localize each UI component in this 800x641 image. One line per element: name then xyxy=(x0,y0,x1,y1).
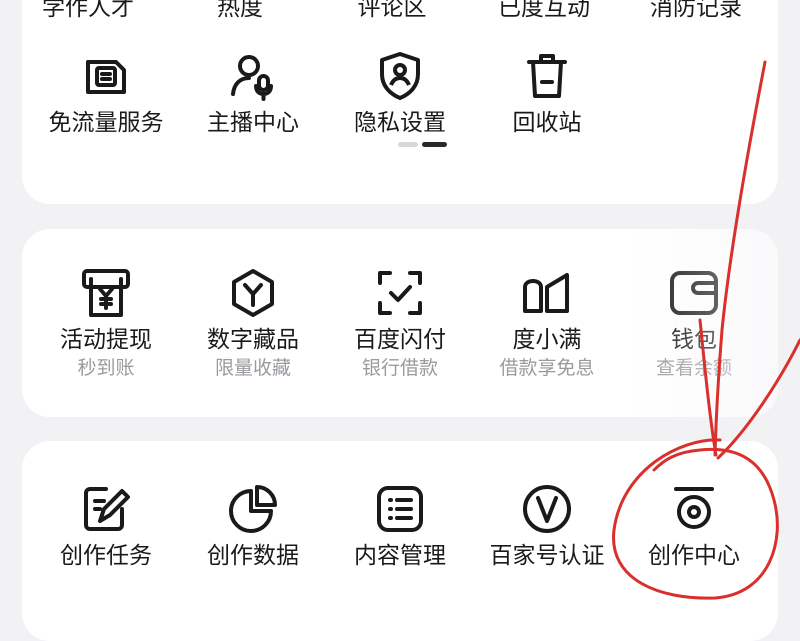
cut-label-3[interactable]: 评论区 xyxy=(322,0,462,22)
creation-task-icon xyxy=(78,481,134,537)
anchor-center-label: 主播中心 xyxy=(207,110,299,136)
creation-data[interactable]: 创作数据 xyxy=(179,481,327,571)
duxiaoman-sub: 借款享免息 xyxy=(499,357,595,379)
baijiahao-verification-label: 百家号认证 xyxy=(489,543,605,569)
pie-chart-icon xyxy=(225,481,281,537)
creator-center-icon xyxy=(666,481,722,537)
free-data-service-label: 免流量服务 xyxy=(48,110,164,136)
digital-collection-icon xyxy=(225,265,281,321)
wallet-icon xyxy=(666,265,722,321)
baidu-quick-pay-label: 百度闪付 xyxy=(354,327,446,353)
creation-data-label: 创作数据 xyxy=(207,543,299,569)
content-management[interactable]: 内容管理 xyxy=(326,481,474,571)
verified-v-icon xyxy=(519,481,575,537)
digital-collection[interactable]: 数字藏品 限量收藏 xyxy=(179,265,327,381)
page-dot-inactive xyxy=(398,142,418,147)
digital-collection-sub: 限量收藏 xyxy=(214,357,291,379)
digital-collection-label: 数字藏品 xyxy=(207,327,299,353)
privacy-settings-label: 隐私设置 xyxy=(354,110,446,136)
baidu-quick-pay[interactable]: 百度闪付 银行借款 xyxy=(326,265,474,381)
wallet-sub: 查看余额 xyxy=(655,357,732,379)
page-indicator xyxy=(398,140,448,148)
creation-task[interactable]: 创作任务 xyxy=(32,481,180,571)
services-card: 学作人才 热度 评论区 已度互动 消防记录 免流量服务 主播中心 隐私设置 回收… xyxy=(22,0,778,204)
cut-label-1[interactable]: 学作人才 xyxy=(18,0,158,22)
activity-withdraw[interactable]: 活动提现 秒到账 xyxy=(32,265,180,381)
recycle-bin-label: 回收站 xyxy=(512,110,582,136)
sim-card-icon xyxy=(78,48,134,104)
activity-withdraw-sub: 秒到账 xyxy=(77,357,135,379)
content-management-label: 内容管理 xyxy=(354,543,446,569)
cut-label-4[interactable]: 已度互动 xyxy=(474,0,614,22)
wallet-label: 钱包 xyxy=(671,327,717,353)
finance-card: 活动提现 秒到账 数字藏品 限量收藏 百度闪付 银行借款 度小满 借款享免息 钱… xyxy=(22,229,778,417)
duxiaoman-icon xyxy=(519,265,575,321)
recycle-bin[interactable]: 回收站 xyxy=(473,48,621,138)
privacy-shield-icon xyxy=(372,48,428,104)
creator-card: 创作任务 创作数据 内容管理 百家号认证 创作中心 xyxy=(22,441,778,641)
free-data-service[interactable]: 免流量服务 xyxy=(32,48,180,138)
wallet[interactable]: 钱包 查看余额 xyxy=(620,265,768,381)
activity-withdraw-label: 活动提现 xyxy=(60,327,152,353)
content-list-icon xyxy=(372,481,428,537)
cut-label-2[interactable]: 热度 xyxy=(170,0,310,22)
creator-center-label: 创作中心 xyxy=(648,543,740,569)
creator-center[interactable]: 创作中心 xyxy=(620,481,768,571)
page-dot-active xyxy=(422,142,447,147)
creation-task-label: 创作任务 xyxy=(60,543,152,569)
scan-pay-icon xyxy=(372,265,428,321)
cut-label-5[interactable]: 消防记录 xyxy=(626,0,766,22)
duxiaoman-label: 度小满 xyxy=(512,327,582,353)
trash-icon xyxy=(519,48,575,104)
privacy-settings[interactable]: 隐私设置 xyxy=(326,48,474,138)
cash-withdraw-icon xyxy=(78,265,134,321)
duxiaoman[interactable]: 度小满 借款享免息 xyxy=(473,265,621,381)
anchor-center[interactable]: 主播中心 xyxy=(179,48,327,138)
anchor-microphone-icon xyxy=(225,48,281,104)
baijiahao-verification[interactable]: 百家号认证 xyxy=(473,481,621,571)
baidu-quick-pay-sub: 银行借款 xyxy=(361,357,438,379)
